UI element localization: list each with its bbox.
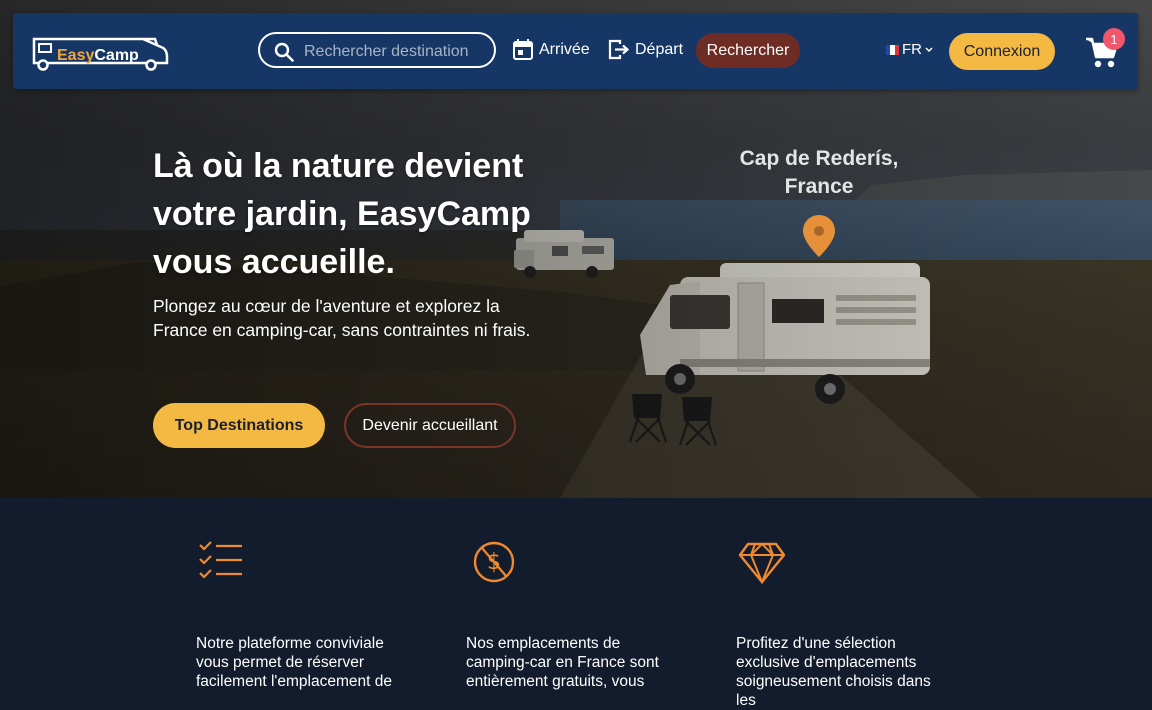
exit-icon (608, 39, 629, 60)
cart-count-badge: 1 (1103, 28, 1125, 50)
arrival-label: Arrivée (539, 40, 590, 58)
map-pin-icon (803, 215, 835, 257)
feature-text: Nos emplacements de camping-car en Franc… (466, 635, 659, 690)
top-navbar: EasyCamp Arrivée Départ Rechercher (13, 13, 1138, 89)
location-label: Cap de Rederís, France (730, 145, 908, 201)
logo-easy: Easy (57, 47, 95, 64)
departure-date-button[interactable]: Départ (608, 39, 683, 60)
feature-text: Notre plateforme conviviale vous permet … (196, 635, 392, 690)
svg-text:$: $ (487, 550, 501, 575)
france-flag-icon (886, 44, 899, 55)
hero-subtitle: Plongez au cœur de l'aventure et explore… (153, 296, 531, 340)
checklist-icon (199, 541, 242, 579)
destination-search[interactable] (258, 32, 496, 68)
top-destinations-button[interactable]: Top Destinations (153, 403, 325, 448)
destination-search-input[interactable] (302, 40, 486, 64)
logo-wordmark: EasyCamp (57, 47, 139, 65)
search-button[interactable]: Rechercher (696, 33, 800, 68)
calendar-icon (513, 39, 533, 60)
language-selector[interactable]: FR (886, 41, 933, 58)
diamond-icon (738, 542, 786, 585)
language-code: FR (902, 41, 922, 58)
login-button[interactable]: Connexion (949, 33, 1055, 70)
features-section: Notre plateforme conviviale vous permet … (0, 498, 1152, 709)
feature-text: Profitez d'une sélection exclusive d'emp… (736, 635, 931, 709)
location-name: Cap de Rederís, (739, 147, 899, 170)
become-host-button[interactable]: Devenir accueillant (344, 403, 516, 448)
chevron-down-icon (925, 46, 933, 52)
logo-camp: Camp (94, 47, 139, 64)
location-country: France (784, 175, 854, 198)
search-icon (274, 42, 294, 62)
hero-title: Là où la nature devient votre jardin, Ea… (153, 147, 531, 281)
no-dollar-icon: $ (473, 541, 515, 583)
arrival-date-button[interactable]: Arrivée (513, 39, 590, 60)
departure-label: Départ (635, 40, 684, 58)
